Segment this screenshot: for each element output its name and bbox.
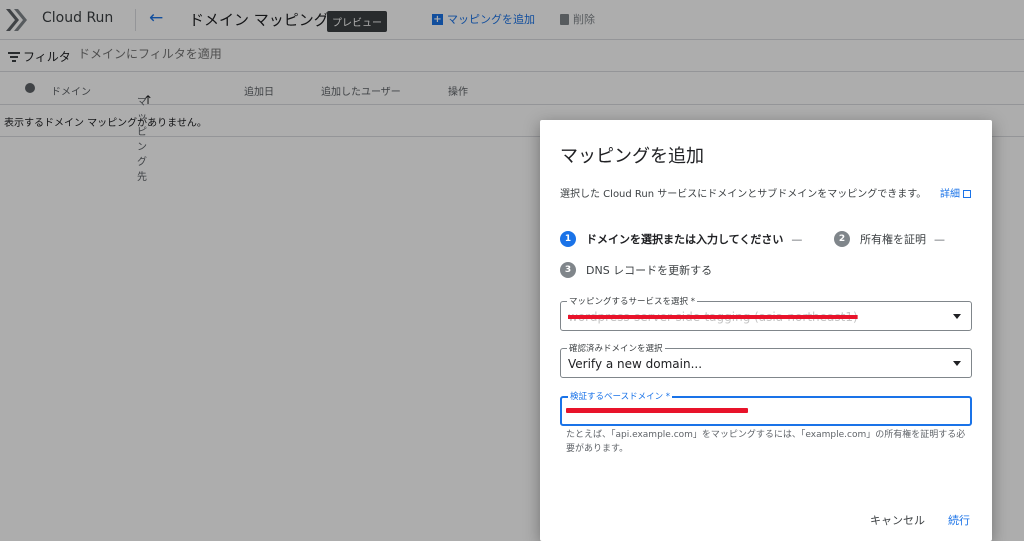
- continue-button[interactable]: 続行: [948, 512, 970, 528]
- redaction-mark: [566, 408, 748, 413]
- dropdown-arrow-icon[interactable]: [953, 361, 961, 366]
- add-mapping-dialog: マッピングを追加 選択した Cloud Run サービスにドメインとサブドメイン…: [540, 120, 992, 541]
- dialog-title: マッピングを追加: [560, 146, 704, 167]
- step-2-label: 所有権を証明: [860, 233, 926, 246]
- step-3-number: 3: [560, 262, 576, 278]
- step-1: 1 ドメインを選択または入力してください —: [560, 231, 802, 247]
- base-domain-input-label: 検証するベースドメイン *: [568, 390, 673, 402]
- step-connector: —: [934, 232, 945, 246]
- service-select-label: マッピングするサービスを選択 *: [567, 295, 697, 307]
- learn-more-link[interactable]: 詳細: [940, 185, 971, 200]
- open-in-new-icon: [963, 190, 971, 198]
- learn-more-label: 詳細: [940, 189, 960, 200]
- cancel-button[interactable]: キャンセル: [870, 512, 925, 528]
- base-domain-input[interactable]: 検証するベースドメイン *: [560, 390, 972, 426]
- verified-domain-select-value: Verify a new domain...: [568, 357, 703, 371]
- dialog-description: 選択した Cloud Run サービスにドメインとサブドメインをマッピングできま…: [560, 189, 927, 200]
- service-select-value: wordpress-server-side-tagging (asia-nort…: [568, 310, 858, 324]
- service-select[interactable]: マッピングするサービスを選択 * wordpress-server-side-t…: [560, 295, 972, 331]
- step-1-label: ドメインを選択または入力してください: [586, 233, 784, 246]
- step-2-number: 2: [834, 231, 850, 247]
- verified-domain-select[interactable]: 確認済みドメインを選択 Verify a new domain...: [560, 342, 972, 378]
- step-1-number: 1: [560, 231, 576, 247]
- step-3-label: DNS レコードを更新する: [586, 264, 713, 277]
- verified-domain-select-label: 確認済みドメインを選択: [567, 342, 665, 354]
- step-2: 2 所有権を証明 —: [834, 231, 945, 247]
- dropdown-arrow-icon[interactable]: [953, 314, 961, 319]
- base-domain-hint: たとえば、「api.example.com」をマッピングするには、「exampl…: [566, 430, 966, 454]
- step-3: 3 DNS レコードを更新する: [560, 262, 712, 278]
- step-connector: —: [791, 232, 803, 246]
